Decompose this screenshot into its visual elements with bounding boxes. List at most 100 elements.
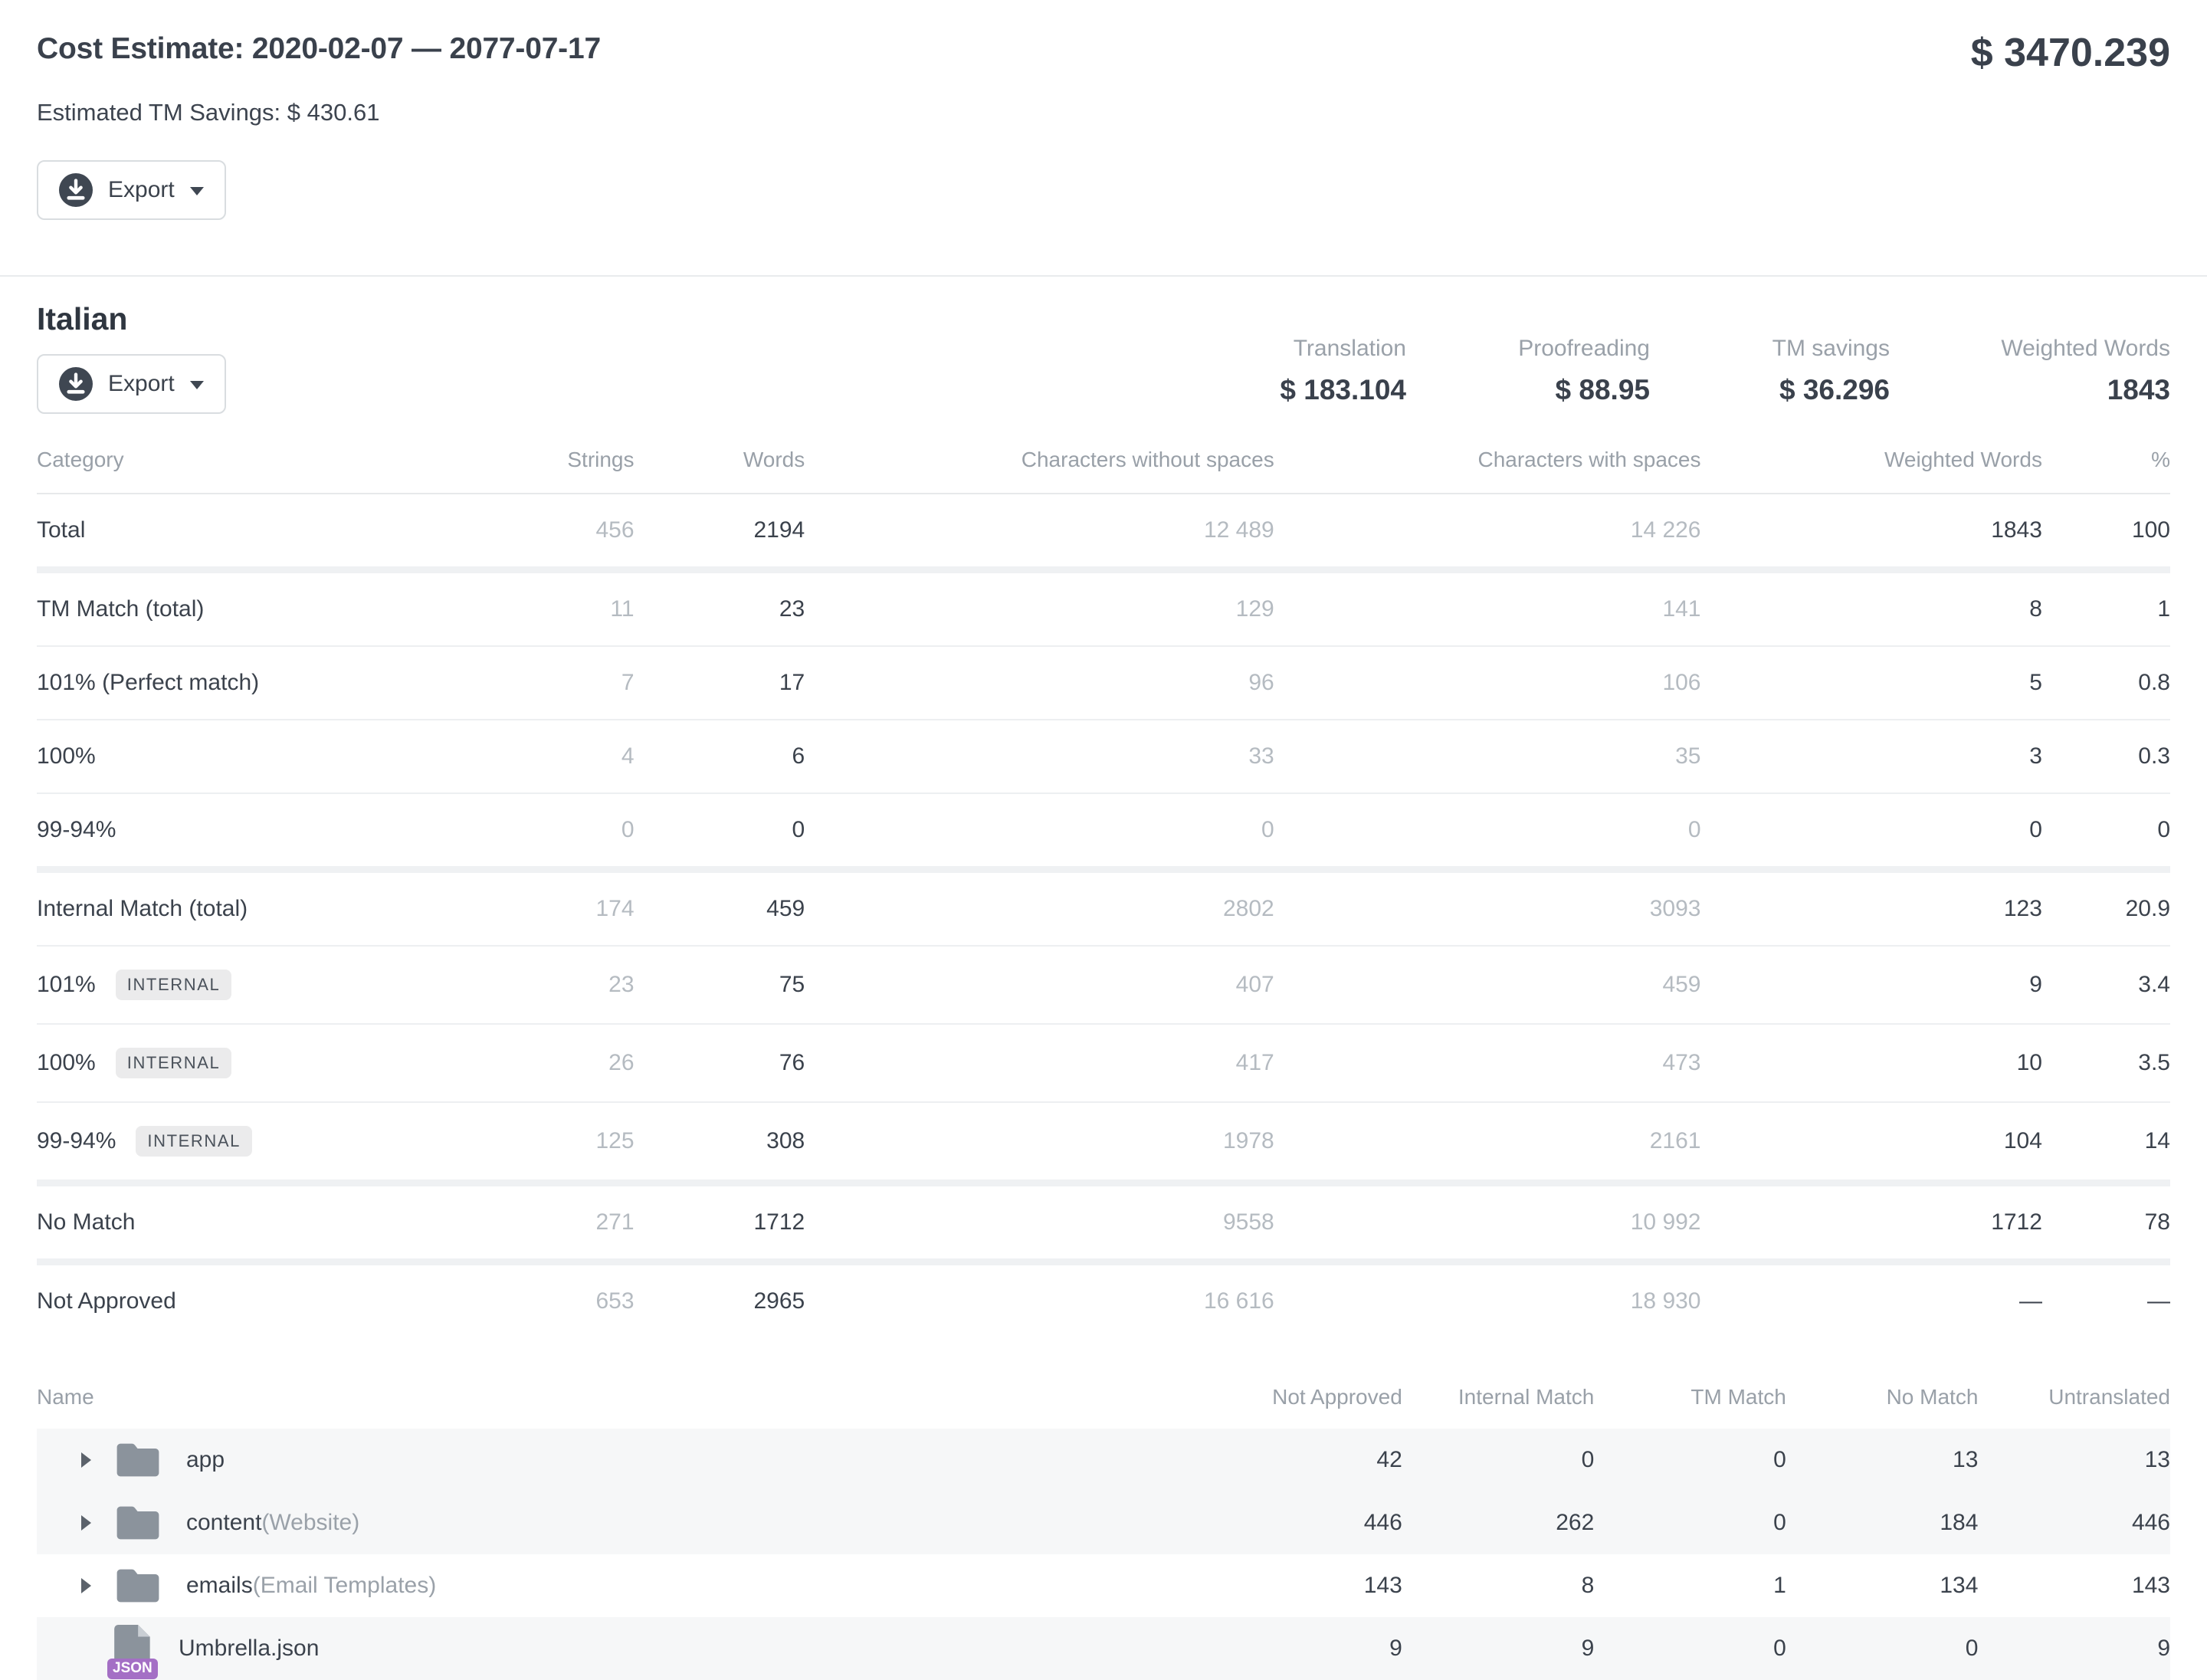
cell-chars-with-spaces: 0 (1274, 793, 1701, 870)
export-button-label: Export (108, 371, 175, 397)
file-row-app[interactable]: app 42 0 0 13 13 (37, 1429, 2170, 1491)
row-category: Internal Match (total) (37, 869, 464, 946)
expand-caret-icon[interactable] (81, 1578, 91, 1593)
language-title: Italian (37, 301, 226, 337)
cell-chars-no-spaces: 407 (805, 946, 1274, 1024)
cell-weighted-words: — (1701, 1262, 2042, 1337)
table-row-99-94: 99-94% 0 0 0 0 0 0 (37, 793, 2170, 870)
language-export-button[interactable]: Export (37, 354, 226, 414)
cell-percent: 0 (2042, 793, 2170, 870)
cell-percent: 3.4 (2042, 946, 2170, 1024)
cell-chars-no-spaces: 0 (805, 793, 1274, 870)
cell-percent: 78 (2042, 1183, 2170, 1262)
col-header-weighted-words: Weighted Words (1701, 448, 2042, 494)
table-row-100-internal: 100%INTERNAL 26 76 417 473 10 3.5 (37, 1024, 2170, 1102)
file-row-emails[interactable]: emails(Email Templates) 143 8 1 134 143 (37, 1554, 2170, 1617)
download-icon (59, 173, 93, 207)
cell-tm-match: 0 (1594, 1491, 1786, 1554)
cell-untranslated: 446 (1978, 1491, 2170, 1554)
file-name[interactable]: content (186, 1510, 261, 1536)
cell-words: 6 (635, 720, 805, 793)
cell-strings: 0 (464, 793, 635, 870)
cell-strings: 26 (464, 1024, 635, 1102)
chevron-down-icon (190, 381, 204, 389)
language-stats: Translation $ 183.104 Proofreading $ 88.… (1253, 336, 2170, 406)
table-row-tm-match-total: TM Match (total) 11 23 129 141 8 1 (37, 569, 2170, 646)
cell-chars-no-spaces: 1978 (805, 1102, 1274, 1183)
cell-tm-match: 1 (1594, 1554, 1786, 1617)
json-file-icon: JSON (114, 1625, 154, 1672)
folder-icon (114, 1441, 162, 1479)
cell-strings: 271 (464, 1183, 635, 1262)
col-header-category: Category (37, 448, 464, 494)
cell-not-approved: 446 (1210, 1491, 1402, 1554)
internal-badge: INTERNAL (116, 1048, 232, 1078)
col-header-chars-no-spaces: Characters without spaces (805, 448, 1274, 494)
cell-strings: 4 (464, 720, 635, 793)
file-row-umbrella-json[interactable]: JSON Umbrella.json 9 9 0 0 9 (37, 1617, 2170, 1680)
cell-percent: 3.5 (2042, 1024, 2170, 1102)
files-table-header-row: Name Not Approved Internal Match TM Matc… (37, 1385, 2170, 1429)
cell-no-match: 0 (1786, 1617, 1979, 1680)
row-category: 101%INTERNAL (37, 946, 464, 1024)
file-name[interactable]: emails (186, 1573, 253, 1599)
cell-chars-with-spaces: 18 930 (1274, 1262, 1701, 1337)
cell-words: 23 (635, 569, 805, 646)
stat-value: 1843 (1988, 374, 2170, 406)
cell-chars-no-spaces: 16 616 (805, 1262, 1274, 1337)
cell-chars-with-spaces: 473 (1274, 1024, 1701, 1102)
cell-words: 76 (635, 1024, 805, 1102)
cell-chars-no-spaces: 9558 (805, 1183, 1274, 1262)
row-category-label: 100% (37, 1050, 96, 1075)
cell-weighted-words: 0 (1701, 793, 2042, 870)
file-name[interactable]: app (186, 1447, 225, 1473)
table-row-100: 100% 4 6 33 35 3 0.3 (37, 720, 2170, 793)
stat-value: $ 88.95 (1504, 374, 1650, 406)
cell-chars-with-spaces: 35 (1274, 720, 1701, 793)
table-row-not-approved: Not Approved 653 2965 16 616 18 930 — — (37, 1262, 2170, 1337)
cell-chars-no-spaces: 417 (805, 1024, 1274, 1102)
export-button[interactable]: Export (37, 160, 226, 220)
export-button-label: Export (108, 177, 175, 203)
cell-strings: 174 (464, 869, 635, 946)
cell-percent: 100 (2042, 494, 2170, 570)
cell-chars-with-spaces: 106 (1274, 646, 1701, 720)
cell-words: 75 (635, 946, 805, 1024)
file-name-suffix: (Website) (261, 1510, 359, 1536)
col-header-untranslated: Untranslated (1978, 1385, 2170, 1429)
cell-internal-match: 262 (1402, 1491, 1595, 1554)
cell-percent: — (2042, 1262, 2170, 1337)
cell-strings: 7 (464, 646, 635, 720)
page-title: Cost Estimate: 2020-02-07 — 2077-07-17 (37, 32, 601, 66)
cell-words: 1712 (635, 1183, 805, 1262)
expand-caret-icon[interactable] (81, 1515, 91, 1531)
stat-label: Translation (1253, 336, 1406, 362)
row-category-label: 99-94% (37, 1128, 116, 1153)
stat-label: Proofreading (1504, 336, 1650, 362)
col-header-strings: Strings (464, 448, 635, 494)
file-name[interactable]: Umbrella.json (179, 1636, 319, 1662)
row-category: 99-94%INTERNAL (37, 1102, 464, 1183)
download-icon (59, 367, 93, 401)
row-category: TM Match (total) (37, 569, 464, 646)
stat-weighted-words: Weighted Words 1843 (1988, 336, 2170, 406)
col-header-not-approved: Not Approved (1210, 1385, 1402, 1429)
row-category: 100% INTERNAL (37, 1024, 464, 1102)
stat-proofreading: Proofreading $ 88.95 (1504, 336, 1650, 406)
stat-value: $ 183.104 (1253, 374, 1406, 406)
language-section-header: Italian Export Translation $ 183.104 Pro… (37, 301, 2170, 414)
cell-not-approved: 9 (1210, 1617, 1402, 1680)
cell-weighted-words: 104 (1701, 1102, 2042, 1183)
file-row-content[interactable]: content(Website) 446 262 0 184 446 (37, 1491, 2170, 1554)
row-category: 100% (37, 720, 464, 793)
expand-caret-icon[interactable] (81, 1452, 91, 1468)
cell-untranslated: 9 (1978, 1617, 2170, 1680)
folder-icon (114, 1504, 162, 1542)
row-category: No Match (37, 1183, 464, 1262)
table-row-no-match: No Match 271 1712 9558 10 992 1712 78 (37, 1183, 2170, 1262)
cell-chars-no-spaces: 12 489 (805, 494, 1274, 570)
cell-not-approved: 143 (1210, 1554, 1402, 1617)
cell-percent: 20.9 (2042, 869, 2170, 946)
cell-weighted-words: 1712 (1701, 1183, 2042, 1262)
cell-weighted-words: 3 (1701, 720, 2042, 793)
